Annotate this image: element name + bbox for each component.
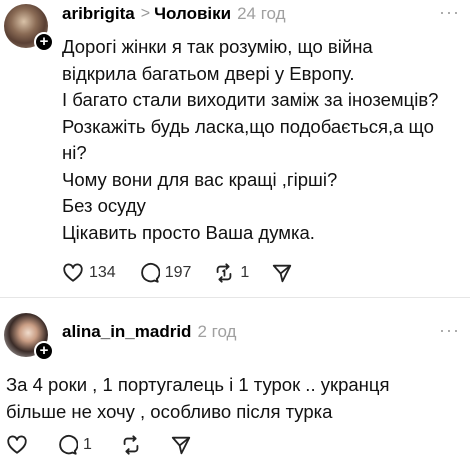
like-button[interactable]: 134 (62, 262, 116, 284)
repost-icon (123, 435, 139, 455)
post-line: І багато стали виходити заміж за іноземц… (62, 89, 439, 110)
share-button[interactable] (170, 434, 192, 456)
follow-plus-icon[interactable]: + (34, 32, 54, 52)
thread-reply: + alina_in_madrid 2 год ··· За 4 роки , … (0, 305, 470, 465)
username[interactable]: alina_in_madrid (62, 322, 191, 342)
like-count: 134 (89, 264, 116, 281)
more-options-icon[interactable]: ··· (439, 320, 460, 341)
post-line: більше не хочу , особливо після турка (6, 401, 333, 422)
repost-button[interactable] (120, 434, 142, 456)
post-time: 2 год (197, 322, 237, 341)
send-icon (273, 264, 292, 283)
follow-plus-icon[interactable]: + (34, 341, 54, 361)
username[interactable]: aribrigita (62, 4, 135, 24)
avatar[interactable]: + (4, 313, 54, 361)
post-time: 24 год (237, 4, 286, 23)
repost-button[interactable]: 1 (213, 262, 249, 284)
comment-bubble-icon (140, 263, 160, 283)
action-bar: 1 (6, 434, 214, 456)
send-icon (171, 436, 191, 455)
comment-count: 1 (83, 436, 92, 453)
avatar[interactable]: + (4, 4, 54, 52)
post-line: ні? (62, 142, 87, 163)
post-header: alina_in_madrid 2 год (62, 322, 236, 342)
topic-tag[interactable]: Чоловіки (154, 4, 231, 24)
post-line: відкрила багатьом двері у Европу. (62, 62, 355, 84)
post-line: Без осуду (62, 195, 146, 216)
share-button[interactable] (271, 262, 293, 284)
post-line: За 4 роки , 1 португалець і 1 турок .. у… (6, 374, 390, 395)
post-header: aribrigita > Чоловіки 24 год (62, 4, 286, 24)
post-line: Дорогі жінки я так розумію, що війна (62, 36, 373, 57)
post-line: Цікавить просто Ваша думка. (62, 221, 315, 243)
repost-count: 1 (240, 264, 250, 281)
chevron-right-icon: > (140, 5, 151, 22)
post-text: Дорогі жінки я так розумію, що війна від… (62, 34, 462, 246)
action-bar: 134 197 1 (62, 262, 315, 284)
like-button[interactable] (6, 434, 28, 456)
comment-count: 197 (164, 264, 192, 281)
comment-bubble-icon (59, 435, 78, 455)
heart-icon (63, 263, 83, 282)
comment-button[interactable]: 197 (138, 262, 192, 284)
repost-icon (217, 263, 232, 283)
post-line: Розкажіть будь ласка,що подобається,а що (62, 115, 434, 137)
post-text: За 4 роки , 1 португалець і 1 турок .. у… (6, 371, 466, 425)
divider (0, 297, 470, 298)
more-options-icon[interactable]: ··· (439, 2, 460, 23)
comment-button[interactable]: 1 (56, 434, 92, 456)
post-line: Чому вони для вас кращі ,гірші? (62, 168, 338, 190)
thread-post: + aribrigita > Чоловіки 24 год ··· Дорог… (0, 0, 470, 297)
heart-icon (7, 435, 27, 454)
